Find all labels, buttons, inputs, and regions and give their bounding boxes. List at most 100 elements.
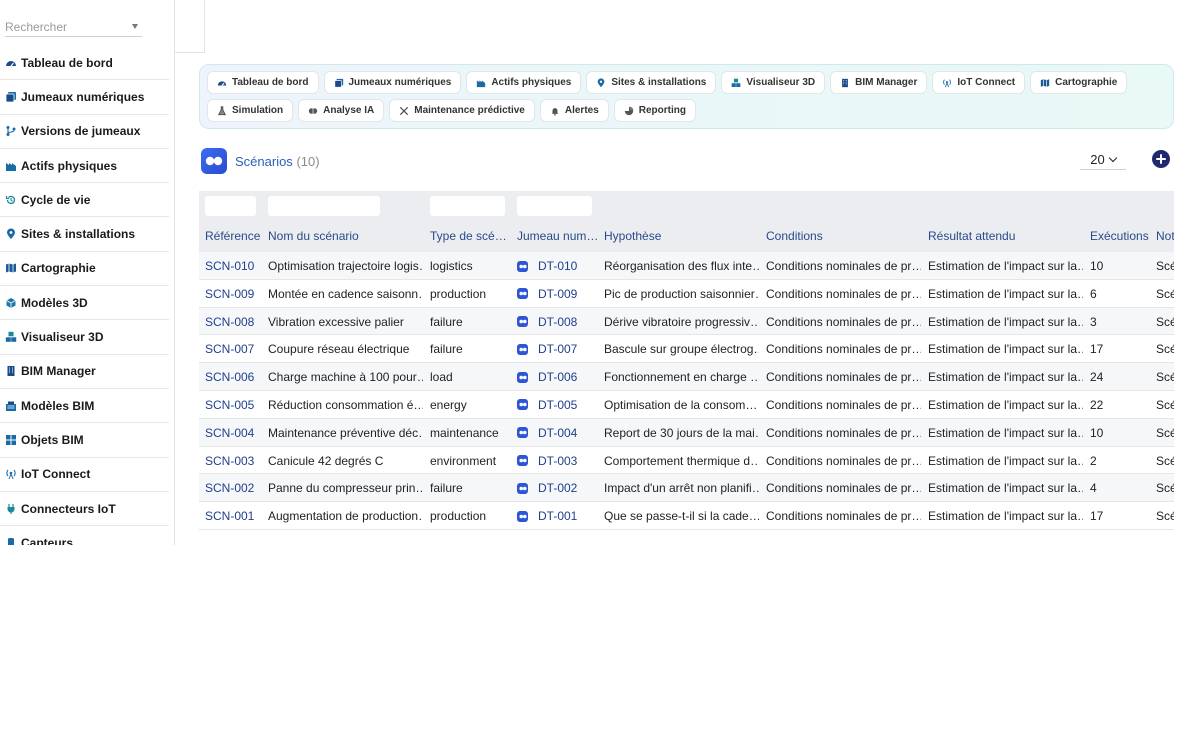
table-cell: energy <box>430 397 467 412</box>
scenario-ref-link[interactable]: SCN-010 <box>205 259 254 273</box>
sidebar-item-label: Tableau de bord <box>21 55 113 70</box>
sidebar-item-sites-installations[interactable]: Sites & installations <box>0 217 169 252</box>
column-header[interactable]: Hypothèse <box>604 229 661 243</box>
table-cell: 17 <box>1090 342 1104 357</box>
column-header[interactable]: Nom du scénario <box>268 229 359 243</box>
table-cell: Que se passe-t-il si la cade… <box>604 509 759 524</box>
module-chip-jumeaux-num-riques[interactable]: Jumeaux numériques <box>323 71 462 94</box>
sidebar-item-visualiseur-3d[interactable]: Visualiseur 3D <box>0 320 169 355</box>
module-chip-visualiseur-3d[interactable]: Visualiseur 3D <box>721 71 826 94</box>
sidebar-item-iot-connect[interactable]: IoT Connect <box>0 458 169 492</box>
scenario-ref-link[interactable]: SCN-004 <box>205 426 254 440</box>
digital-twin-link[interactable]: DT-005 <box>517 398 577 412</box>
module-chip-alertes[interactable]: Alertes <box>539 99 609 122</box>
table-cell: maintenance <box>430 425 499 440</box>
sidebar-item-label: IoT Connect <box>21 467 91 482</box>
scenario-ref-link[interactable]: SCN-002 <box>205 481 254 495</box>
module-chip-tableau-de-bord[interactable]: Tableau de bord <box>207 71 319 94</box>
table-row[interactable]: SCN-005 Réduction consommation é… energy DT… <box>199 391 1174 419</box>
digital-twin-link[interactable]: DT-006 <box>517 370 577 384</box>
search-select[interactable]: Rechercher <box>5 17 142 37</box>
map-pin-icon <box>5 228 17 240</box>
scenario-ref-link[interactable]: SCN-001 <box>205 509 254 523</box>
table-row[interactable]: SCN-003 Canicule 42 degrés C environment DT… <box>199 447 1174 475</box>
scenario-ref-link[interactable]: SCN-003 <box>205 454 254 468</box>
scenario-ref-link[interactable]: SCN-009 <box>205 287 254 301</box>
table-row[interactable]: SCN-001 Augmentation de production… produc… <box>199 502 1174 530</box>
add-button[interactable] <box>1152 150 1170 168</box>
table-cell: Scé <box>1156 397 1174 412</box>
column-filter-input[interactable] <box>205 196 256 216</box>
table-cell: 10 <box>1090 259 1104 273</box>
sidebar-item-cycle-de-vie[interactable]: Cycle de vie <box>0 183 169 218</box>
sidebar-item-label: Sites & installations <box>21 227 136 242</box>
module-chip-analyse-ia[interactable]: Analyse IA <box>298 99 385 122</box>
digital-twin-link[interactable]: DT-002 <box>517 481 577 495</box>
sidebar-item-jumeaux-num-riques[interactable]: Jumeaux numériques <box>0 80 169 115</box>
table-cell: 3 <box>1090 314 1097 329</box>
sidebar-item-connecteurs-iot[interactable]: Connecteurs IoT <box>0 492 169 527</box>
module-chip-sites-installations[interactable]: Sites & installations <box>586 71 717 94</box>
digital-twin-link[interactable]: DT-010 <box>517 259 577 273</box>
digital-twin-link[interactable]: DT-007 <box>517 342 577 356</box>
scenario-ref-link[interactable]: SCN-008 <box>205 315 254 329</box>
table-cell: Réorganisation des flux inte… <box>604 259 759 273</box>
module-chip-actifs-physiques[interactable]: Actifs physiques <box>466 71 582 94</box>
table-row[interactable]: SCN-010 Optimisation trajectoire logis… lo… <box>199 252 1174 280</box>
table-body: SCN-010 Optimisation trajectoire logis… lo… <box>199 252 1174 530</box>
table-cell: Conditions nominales de pr… <box>766 453 921 468</box>
table-cell: Réduction consommation é… <box>268 397 423 412</box>
column-header[interactable]: Exécutions <box>1090 229 1149 243</box>
dashboard-icon <box>217 78 227 88</box>
sidebar-item-cartographie[interactable]: Cartographie <box>0 252 169 287</box>
module-chip-reporting[interactable]: Reporting <box>613 99 696 122</box>
page-size-select[interactable]: 20 <box>1080 150 1126 170</box>
table-row[interactable]: SCN-009 Montée en cadence saisonn… product… <box>199 280 1174 308</box>
column-filter-input[interactable] <box>268 196 380 216</box>
cubes-icon <box>731 78 741 88</box>
sidebar-item-bim-manager[interactable]: BIM Manager <box>0 355 169 389</box>
sidebar-item-label: Versions de jumeaux <box>21 124 141 139</box>
table-row[interactable]: SCN-006 Charge machine à 100 pour… load DT-… <box>199 363 1174 391</box>
scenario-ref-link[interactable]: SCN-005 <box>205 398 254 412</box>
table-cell: Conditions nominales de pr… <box>766 370 921 385</box>
module-chip-maintenance-pr-dictive[interactable]: Maintenance prédictive <box>389 99 535 122</box>
sidebar-item-tableau-de-bord[interactable]: Tableau de bord <box>0 46 169 81</box>
table-cell: logistics <box>430 259 473 273</box>
column-filter-input[interactable] <box>517 196 592 216</box>
digital-twin-link[interactable]: DT-003 <box>517 454 577 468</box>
module-chip-simulation[interactable]: Simulation <box>207 99 294 122</box>
scenario-ref-link[interactable]: SCN-007 <box>205 342 254 356</box>
column-header[interactable]: Résultat attendu <box>928 229 1015 243</box>
digital-twin-link[interactable]: DT-008 <box>517 315 577 329</box>
column-header[interactable]: Référence <box>205 229 260 243</box>
sidebar-item-objets-bim[interactable]: Objets BIM <box>0 423 169 458</box>
scenario-ref-link[interactable]: SCN-006 <box>205 370 254 384</box>
sidebar-item-label: Cycle de vie <box>21 192 91 207</box>
table-cell: Conditions nominales de pr… <box>766 259 921 273</box>
digital-twin-link[interactable]: DT-004 <box>517 426 577 440</box>
module-chip-iot-connect[interactable]: IoT Connect <box>932 71 1026 94</box>
sidebar-item-capteurs[interactable]: Capteurs <box>0 526 169 545</box>
table-cell: Conditions nominales de pr… <box>766 425 921 440</box>
table-row[interactable]: SCN-002 Panne du compresseur prin… failure… <box>199 474 1174 503</box>
sidebar-item-mod-les-3d[interactable]: Modèles 3D <box>0 286 169 321</box>
sidebar-item-actifs-physiques[interactable]: Actifs physiques <box>0 149 169 184</box>
column-header[interactable]: Note <box>1156 229 1174 243</box>
module-chip-cartographie[interactable]: Cartographie <box>1030 71 1128 94</box>
module-chip-label: Actifs physiques <box>491 77 572 88</box>
column-filter-input[interactable] <box>430 196 505 216</box>
sidebar-item-mod-les-bim[interactable]: Modèles BIM <box>0 389 169 424</box>
module-chip-bim-manager[interactable]: BIM Manager <box>830 71 928 94</box>
column-header[interactable]: Conditions <box>766 229 823 243</box>
table-row[interactable]: SCN-004 Maintenance préventive déc… mainte… <box>199 418 1174 447</box>
sidebar-item-versions-de-jumeaux[interactable]: Versions de jumeaux <box>0 115 169 149</box>
digital-twin-link[interactable]: DT-009 <box>517 287 577 301</box>
column-header[interactable]: Type de scé… <box>430 229 507 243</box>
twin-icon <box>517 510 528 522</box>
digital-twin-link[interactable]: DT-001 <box>517 509 577 523</box>
module-chip-label: Tableau de bord <box>232 77 309 88</box>
table-row[interactable]: SCN-007 Coupure réseau électrique failure D… <box>199 335 1174 364</box>
column-header[interactable]: Jumeau num… <box>517 229 597 243</box>
table-row[interactable]: SCN-008 Vibration excessive palier failure… <box>199 307 1174 336</box>
